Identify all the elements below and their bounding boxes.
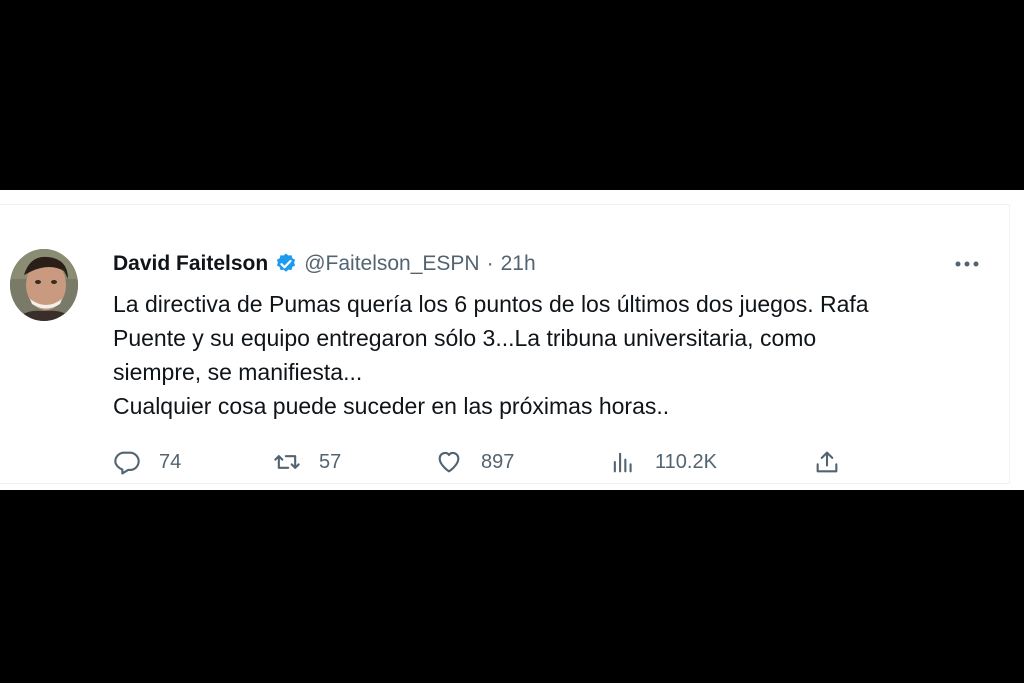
like-count: 897 [481,450,515,473]
reply-button[interactable]: 74 [113,447,181,477]
tweet-header: David Faitelson @Faitelson_ESPN · 21h [113,249,536,279]
heart-icon [438,451,460,473]
tweet-text-line: Cualquier cosa puede suceder en las próx… [113,393,670,419]
author-name[interactable]: David Faitelson [113,252,268,276]
author-handle[interactable]: @Faitelson_ESPN [304,252,479,276]
tweet-text-line: Puente y su equipo entregaron sólo 3...L… [113,325,817,351]
reply-icon [114,451,140,475]
more-horizontal-icon [955,261,979,267]
avatar[interactable] [10,249,78,321]
tweet-timestamp[interactable]: 21h [501,252,536,276]
verified-badge-icon [274,252,298,276]
views-button[interactable]: 110.2K [609,447,717,477]
tweet-inner: David Faitelson @Faitelson_ESPN · 21h La… [0,204,1010,484]
tweet-text-line: La directiva de Pumas quería los 6 punto… [113,291,869,317]
views-chart-icon [613,452,632,473]
retweet-count: 57 [319,450,342,473]
retweet-button[interactable]: 57 [273,447,341,477]
reply-count: 74 [159,450,182,473]
retweet-icon [274,455,300,469]
tweet-actions: 74 57 897 110.2K [113,447,873,477]
tweet-text-line: siempre, se manifiesta... [113,359,363,385]
share-icon [816,451,838,473]
more-options-button[interactable] [950,249,984,279]
tweet-text: La directiva de Pumas quería los 6 punto… [113,287,993,423]
separator-dot: · [486,252,494,275]
tweet-card[interactable]: David Faitelson @Faitelson_ESPN · 21h La… [0,190,1024,490]
views-count: 110.2K [655,450,717,473]
share-button[interactable] [813,447,841,477]
like-button[interactable]: 897 [435,447,514,477]
